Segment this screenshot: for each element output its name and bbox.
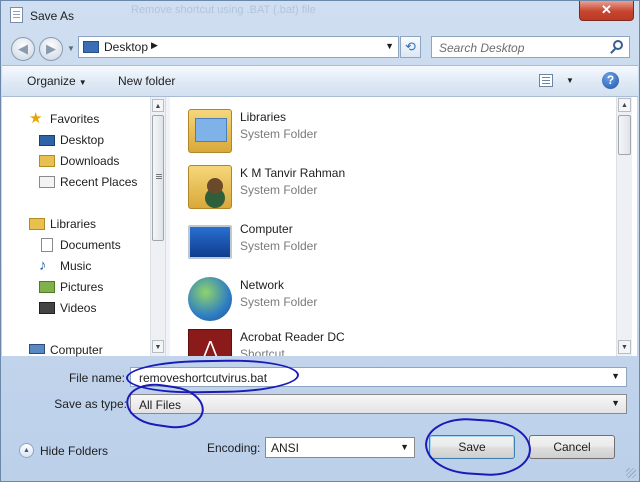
desktop-icon [39,135,55,146]
nav-item-label: Pictures [60,280,104,294]
file-list: Libraries System Folder K M Tanvir Rahma… [170,97,637,356]
search-input[interactable]: Search Desktop [431,36,630,58]
nav-item-label: Downloads [60,154,120,168]
list-item[interactable]: Computer System Folder [184,221,584,273]
recent-locations-dropdown[interactable]: ▼ [67,44,75,53]
refresh-button[interactable]: ⟲ [400,36,421,58]
file-name: Computer [240,222,293,236]
nav-item-label: Music [60,259,92,273]
file-type: System Folder [240,239,318,253]
address-dropdown-icon[interactable]: ▼ [385,41,394,51]
hide-folders-label: Hide Folders [40,444,109,458]
breadcrumb-separator-icon[interactable]: ▶ [151,40,158,51]
refresh-icon: ⟲ [405,39,416,54]
collapse-up-icon: ▲ [19,443,34,458]
command-toolbar: Organize ▼ New folder ▼ ? [2,65,638,97]
title-bar: Save As Remove shortcut using .BAT (.bat… [1,1,639,31]
save-as-dialog: Save As Remove shortcut using .BAT (.bat… [0,0,640,482]
file-name-label: File name: [68,371,125,385]
search-icon[interactable] [613,40,623,50]
file-type: System Folder [240,183,318,197]
star-icon: ★ [29,110,43,127]
change-view-icon[interactable] [539,74,553,87]
address-location[interactable]: Desktop [104,40,148,54]
nav-item-label: Favorites [50,112,100,126]
navigation-scrollbar[interactable]: ▲ ▼ [150,97,165,356]
nav-item-label: Desktop [60,133,105,147]
search-placeholder: Search Desktop [439,41,525,55]
list-item[interactable]: Acrobat Reader DC Shortcut [184,329,584,356]
downloads-icon [39,155,55,167]
save-button-annotation-circle [423,415,533,479]
encoding-label: Encoding: [207,441,261,455]
navigation-pane: ★ Favorites Desktop Downloads Recent Plac… [2,97,165,357]
organize-button[interactable]: Organize ▼ [27,74,87,88]
scroll-thumb[interactable] [152,115,164,241]
back-arrow-icon: ◀ [18,41,28,56]
nav-item-label: Libraries [50,217,97,231]
scroll-thumb[interactable] [618,115,631,155]
nav-item-label: Documents [60,238,121,252]
file-name: Network [240,278,285,292]
scroll-up-icon[interactable]: ▲ [152,99,164,112]
forward-arrow-icon: ▶ [46,41,56,56]
scroll-up-icon[interactable]: ▲ [618,98,631,112]
list-item[interactable]: Libraries System Folder [184,109,584,161]
scroll-down-icon[interactable]: ▼ [618,340,631,354]
nav-item-label: Videos [60,301,97,315]
desktop-location-icon [83,41,99,53]
resize-grip-icon[interactable] [626,468,636,478]
help-icon[interactable]: ? [602,72,619,89]
organize-dropdown-icon: ▼ [78,78,87,87]
acrobat-reader-icon [188,329,232,356]
libraries-folder-icon [188,109,232,153]
list-item[interactable]: K M Tanvir Rahman System Folder [184,165,584,217]
encoding-select[interactable]: ANSI ▼ [265,437,415,458]
notepad-document-icon [10,7,23,23]
scroll-grip-icon [156,174,162,175]
organize-label: Organize [27,74,76,88]
scroll-down-icon[interactable]: ▼ [152,340,164,353]
file-name-dropdown-icon[interactable]: ▼ [611,371,620,381]
nav-item-label: Computer [50,343,103,357]
close-button[interactable]: ✕ [579,1,634,21]
documents-icon [41,238,53,252]
file-name: K M Tanvir Rahman [240,166,346,180]
encoding-dropdown-icon: ▼ [400,442,409,452]
address-bar[interactable]: Desktop ▶ ▼ [78,36,399,58]
list-item[interactable]: Network System Folder [184,277,584,329]
file-type: System Folder [240,295,318,309]
file-list-scrollbar[interactable]: ▲ ▼ [616,97,632,356]
file-type: Shortcut [240,347,285,356]
encoding-value: ANSI [271,441,300,455]
computer-icon [29,344,45,354]
window-title: Save As [30,9,75,23]
save-as-type-label: Save as type: [54,397,127,411]
videos-icon [39,302,55,314]
new-folder-button[interactable]: New folder [118,74,175,88]
recent-places-icon [39,176,55,188]
cancel-button[interactable]: Cancel [529,435,615,459]
back-button[interactable]: ◀ [11,37,35,61]
save-as-type-dropdown-icon[interactable]: ▼ [611,398,620,408]
view-options-dropdown-icon[interactable]: ▼ [566,76,574,85]
file-name: Libraries [240,110,287,124]
file-type: System Folder [240,127,318,141]
background-window-title: Remove shortcut using .BAT (.bat) file [131,4,316,16]
save-as-type-select[interactable]: All Files ▼ [130,394,627,414]
computer-icon [188,225,232,259]
music-icon: ♪ [39,257,47,274]
libraries-icon [29,218,45,230]
file-name: Acrobat Reader DC [240,330,345,344]
nav-item-label: Recent Places [60,175,138,189]
forward-button[interactable]: ▶ [39,37,63,61]
user-folder-icon [188,165,232,209]
network-icon [188,277,232,321]
pictures-icon [39,281,55,293]
